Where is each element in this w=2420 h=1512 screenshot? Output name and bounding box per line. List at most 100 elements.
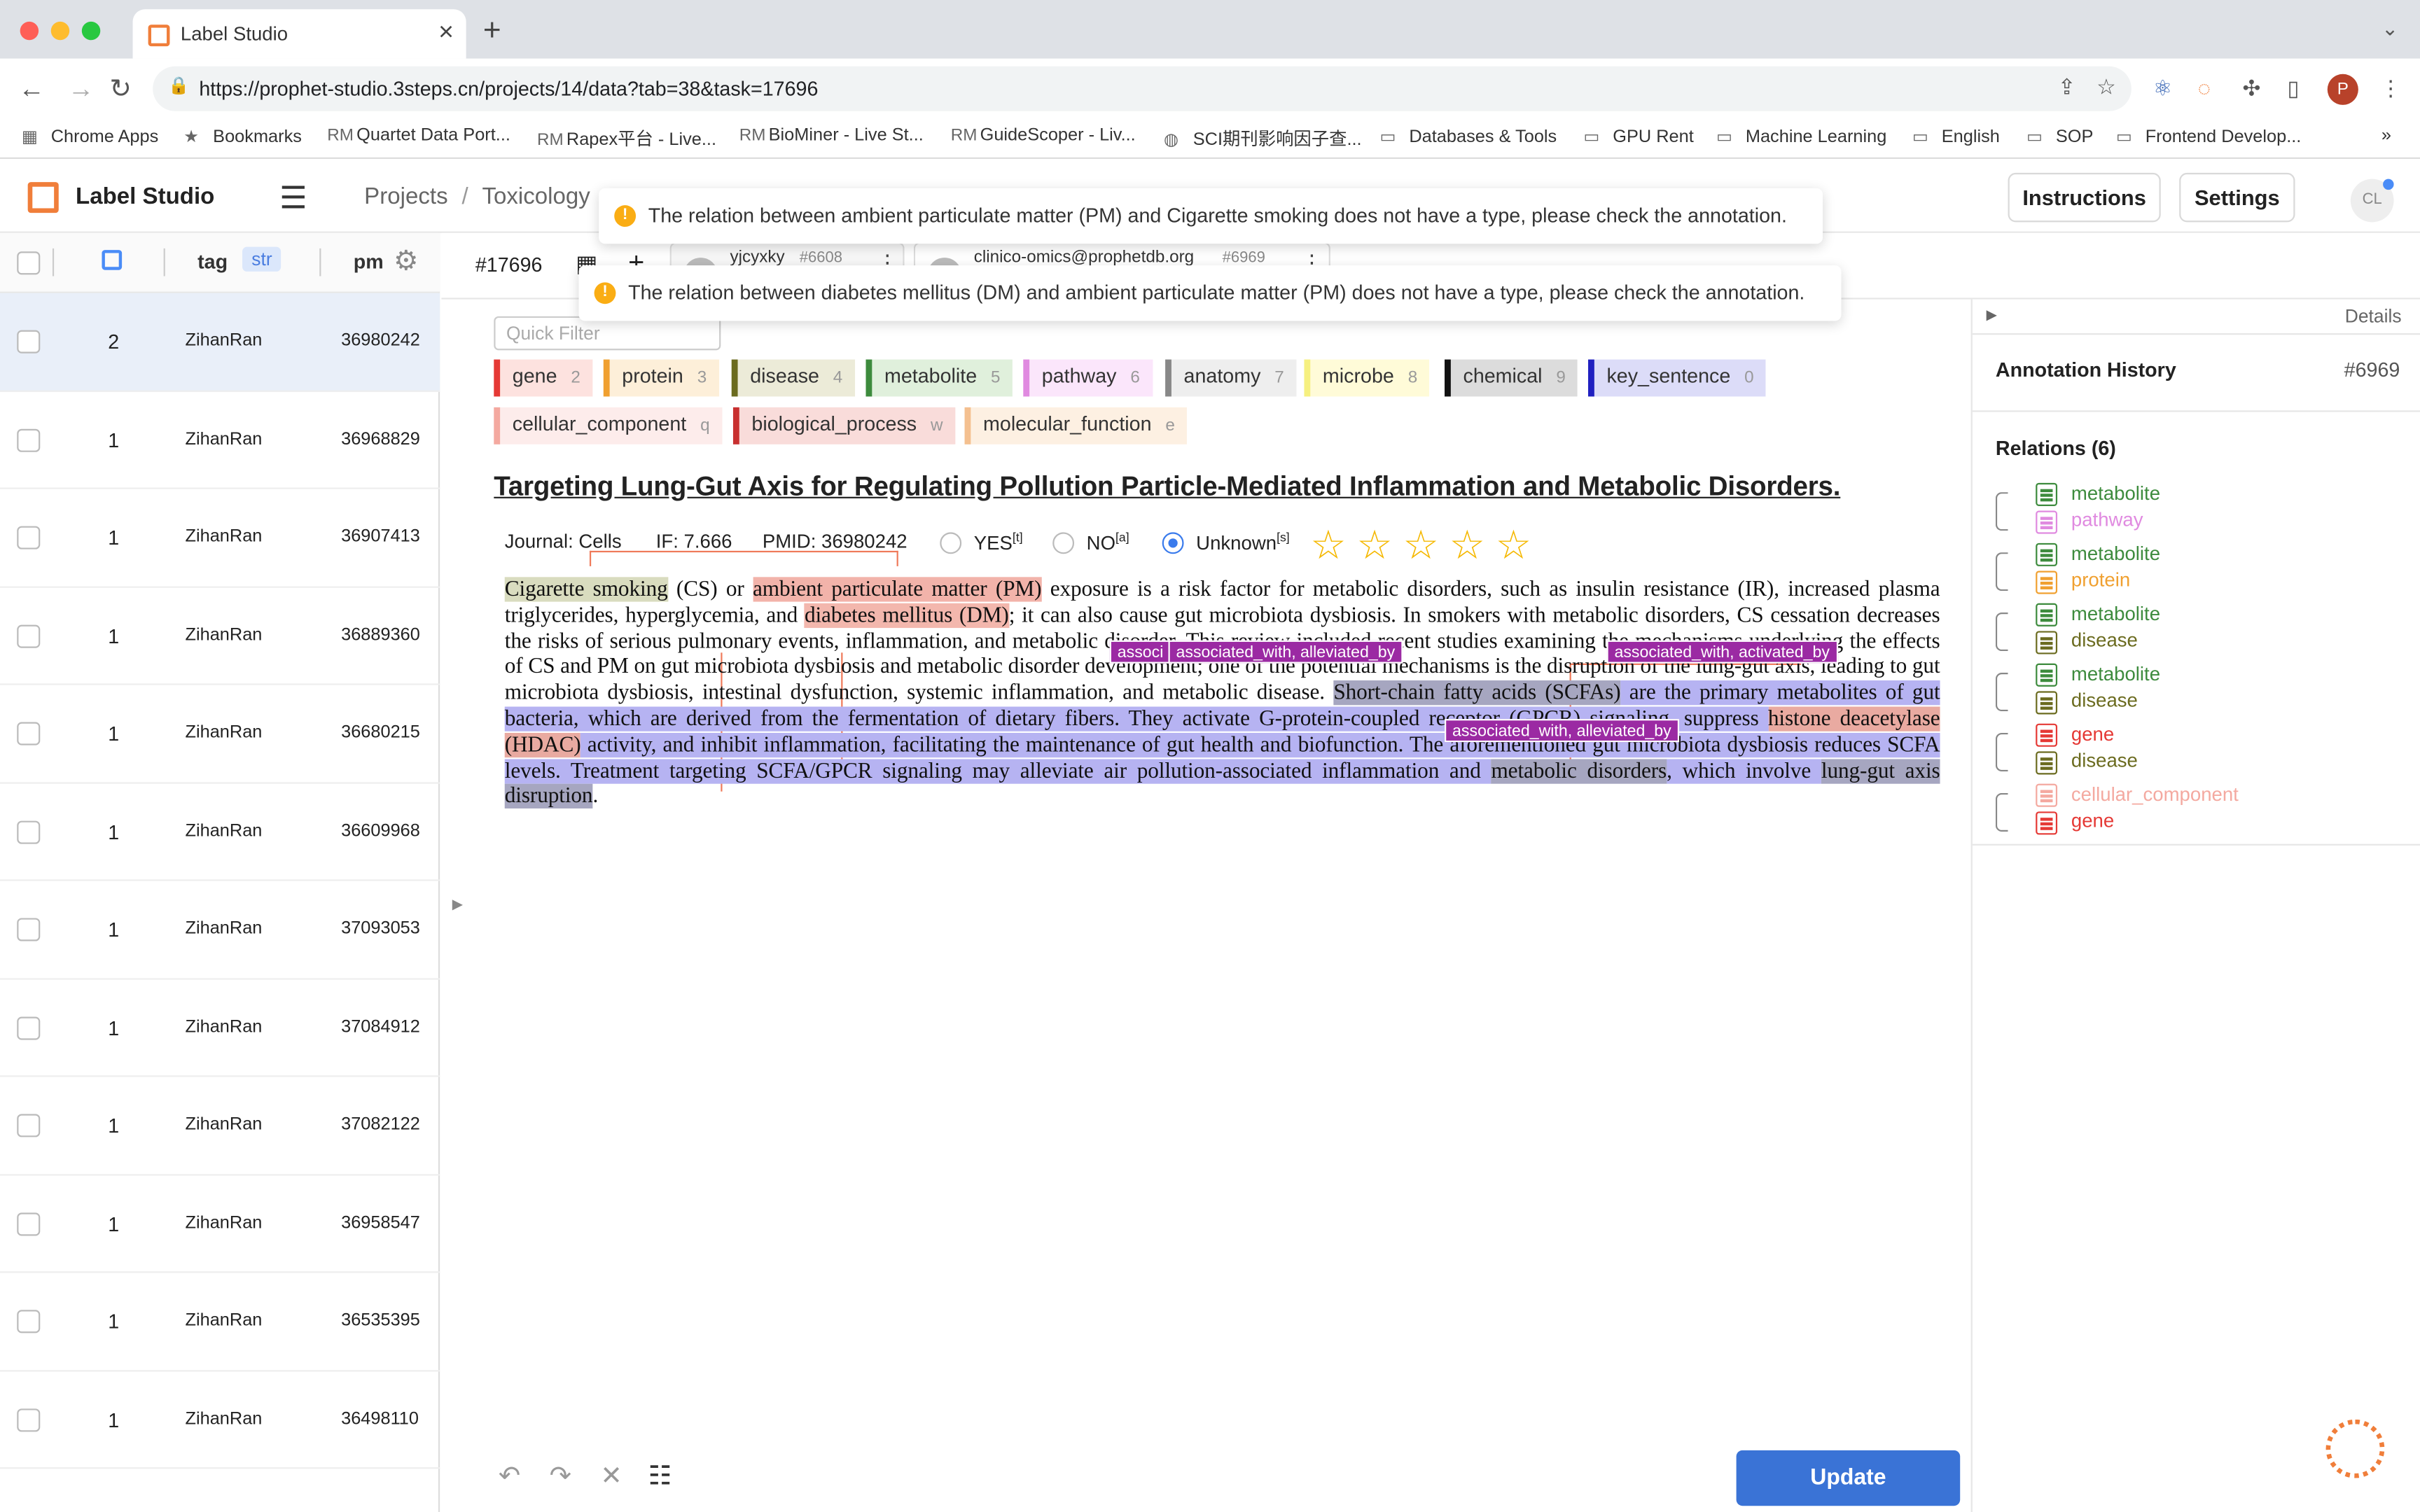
column-type-badge[interactable]: str bbox=[242, 246, 281, 272]
lock-icon[interactable]: 🔒 bbox=[168, 76, 189, 95]
label-chip-gene[interactable]: gene 2 bbox=[494, 359, 593, 397]
redo-icon[interactable]: ↷ bbox=[550, 1461, 571, 1492]
column-header-tag[interactable]: tag bbox=[197, 250, 228, 273]
table-row[interactable]: 1 ZihanRan 37093053 bbox=[0, 881, 440, 979]
bookmark-rapex[interactable]: RM Rapex平台 - Live... bbox=[537, 127, 716, 151]
choice-yes-radio[interactable] bbox=[940, 532, 962, 554]
table-row[interactable]: 1 ZihanRan 36535395 bbox=[0, 1273, 440, 1371]
table-row[interactable]: 1 ZihanRan 36907413 bbox=[0, 489, 440, 587]
row-checkbox[interactable] bbox=[17, 1408, 41, 1432]
relation-label[interactable]: associ bbox=[1109, 640, 1171, 664]
label-chip-disease[interactable]: disease 4 bbox=[731, 359, 855, 397]
choice-unknown-radio[interactable] bbox=[1162, 532, 1184, 554]
settings-button[interactable]: Settings bbox=[2179, 172, 2295, 223]
row-checkbox[interactable] bbox=[17, 1310, 41, 1334]
table-row[interactable]: 1 ZihanRan 37082122 bbox=[0, 1077, 440, 1175]
choice-yes-label[interactable]: YES[t] bbox=[974, 531, 1023, 554]
user-avatar[interactable]: CL bbox=[2350, 178, 2394, 223]
relation-label[interactable]: associated_with, alleviated_by bbox=[1445, 719, 1679, 743]
row-checkbox[interactable] bbox=[17, 1016, 41, 1040]
instructions-button[interactable]: Instructions bbox=[2008, 172, 2161, 223]
table-row[interactable]: 1 ZihanRan 36958547 bbox=[0, 1175, 440, 1273]
row-checkbox[interactable] bbox=[17, 1114, 41, 1138]
back-icon[interactable]: ← bbox=[18, 74, 44, 105]
label-chip-metabolite[interactable]: metabolite 5 bbox=[865, 359, 1013, 397]
bookmark-sci[interactable]: ◍ SCI期刊影响因子查... bbox=[1164, 127, 1362, 151]
quick-filter-input[interactable]: Quick Filter bbox=[494, 316, 721, 351]
choice-unknown-label[interactable]: Unknown[s] bbox=[1196, 531, 1290, 554]
relation-item[interactable]: metabolite protein bbox=[1988, 542, 2389, 603]
bookmark-guidescoper[interactable]: RM GuideScoper - Liv... bbox=[951, 127, 1136, 145]
bookmark-bookmarks[interactable]: ★ Bookmarks bbox=[183, 127, 302, 146]
table-row[interactable]: 1 ZihanRan 36680215 bbox=[0, 685, 440, 783]
relation-item[interactable]: gene disease bbox=[1988, 723, 2389, 784]
rating-star-2-icon[interactable]: ☆ bbox=[1356, 522, 1392, 569]
choice-no-radio[interactable] bbox=[1052, 532, 1075, 554]
breadcrumb-project[interactable]: Toxicology bbox=[482, 183, 590, 209]
share-icon[interactable]: ⇪ bbox=[2058, 74, 2076, 100]
label-chip-pathway[interactable]: pathway 6 bbox=[1023, 359, 1153, 397]
label-chip-molecular-function[interactable]: molecular_function e bbox=[964, 407, 1188, 444]
relation-item[interactable]: cellular_component gene bbox=[1988, 783, 2389, 844]
table-row[interactable]: 1 ZihanRan 36889360 bbox=[0, 587, 440, 685]
bookmarks-overflow-icon[interactable]: » bbox=[2381, 127, 2391, 145]
url-text[interactable]: https://prophet-studio.3steps.cn/project… bbox=[199, 77, 818, 100]
label-chip-biological-process[interactable]: biological_process w bbox=[732, 407, 956, 444]
table-row[interactable]: 1 ZihanRan 37084912 bbox=[0, 979, 440, 1077]
rating-star-1-icon[interactable]: ☆ bbox=[1310, 522, 1346, 569]
column-header-pmid[interactable]: pm bbox=[354, 250, 384, 273]
bookmark-folder-sop[interactable]: ▭ SOP bbox=[2026, 127, 2093, 146]
row-checkbox[interactable] bbox=[17, 624, 41, 648]
label-studio-extension-icon[interactable]: ◌ bbox=[2198, 76, 2211, 100]
tab-search-chevron-icon[interactable]: ⌄ bbox=[2381, 17, 2398, 41]
key-sentence[interactable]: , which involve bbox=[1667, 758, 1821, 783]
bookmark-folder-english[interactable]: ▭ English bbox=[1912, 127, 2000, 146]
relation-item[interactable]: metabolite disease bbox=[1988, 603, 2389, 664]
reload-icon[interactable]: ↻ bbox=[109, 74, 131, 105]
label-chip-key-sentence[interactable]: key_sentence 0 bbox=[1588, 359, 1767, 397]
panel-toggle-icon[interactable]: ▶ bbox=[1987, 307, 1997, 324]
hamburger-menu-icon[interactable]: ☰ bbox=[279, 179, 307, 218]
entity-disease[interactable]: metabolic disorders bbox=[1491, 758, 1667, 783]
table-row[interactable]: 2 ZihanRan 36980242 bbox=[0, 293, 440, 391]
row-checkbox[interactable] bbox=[17, 722, 41, 746]
table-row[interactable]: 1 ZihanRan 36609968 bbox=[0, 783, 440, 881]
react-devtools-extension-icon[interactable]: ⚛ bbox=[2153, 76, 2173, 102]
row-checkbox[interactable] bbox=[17, 526, 41, 550]
choice-no-label[interactable]: NO[a] bbox=[1087, 531, 1129, 554]
minimize-window-button[interactable] bbox=[50, 21, 70, 41]
panel-collapse-arrow-icon[interactable]: ▶ bbox=[452, 897, 463, 913]
relation-item[interactable]: metabolite pathway bbox=[1988, 482, 2389, 543]
relation-label[interactable]: associated_with, alleviated_by bbox=[1168, 640, 1403, 664]
row-checkbox[interactable] bbox=[17, 820, 41, 844]
browser-tab-active[interactable]: Label Studio × bbox=[132, 9, 466, 59]
selection-mode-icon[interactable] bbox=[102, 250, 123, 270]
settings-sliders-icon[interactable]: ☷ bbox=[648, 1461, 672, 1492]
row-checkbox[interactable] bbox=[17, 428, 41, 451]
browser-menu-icon[interactable]: ⋮ bbox=[2380, 76, 2402, 102]
bookmark-folder-frontend[interactable]: ▭ Frontend Develop... bbox=[2116, 127, 2302, 146]
relation-item[interactable]: metabolite disease bbox=[1988, 663, 2389, 724]
bookmark-biominer[interactable]: RM BioMiner - Live St... bbox=[739, 127, 924, 145]
rating-star-4-icon[interactable]: ☆ bbox=[1449, 522, 1485, 569]
entity-disease[interactable]: diabetes mellitus (DM) bbox=[804, 603, 1009, 628]
label-chip-chemical[interactable]: chemical 9 bbox=[1445, 359, 1578, 397]
column-settings-gear-icon[interactable]: ⚙ bbox=[394, 245, 419, 277]
reset-x-icon[interactable]: ✕ bbox=[600, 1461, 622, 1492]
row-checkbox[interactable] bbox=[17, 918, 41, 941]
update-button[interactable]: Update bbox=[1736, 1450, 1961, 1506]
undo-icon[interactable]: ↶ bbox=[499, 1461, 520, 1492]
table-row[interactable]: 1 ZihanRan 36498110 bbox=[0, 1371, 440, 1469]
row-checkbox[interactable] bbox=[17, 1212, 41, 1236]
label-chip-protein[interactable]: protein 3 bbox=[603, 359, 719, 397]
breadcrumb-projects[interactable]: Projects bbox=[364, 183, 447, 209]
row-checkbox[interactable] bbox=[17, 330, 41, 354]
entity-chemical[interactable]: Cigarette smoking bbox=[504, 577, 668, 602]
label-chip-anatomy[interactable]: anatomy 7 bbox=[1165, 359, 1297, 397]
extensions-puzzle-icon[interactable]: ✣ bbox=[2243, 76, 2261, 102]
bookmark-star-icon[interactable]: ☆ bbox=[2096, 74, 2116, 100]
close-window-button[interactable] bbox=[20, 21, 39, 41]
entity-chemical[interactable]: ambient particulate matter (PM) bbox=[753, 577, 1042, 602]
label-chip-cellular-component[interactable]: cellular_component q bbox=[494, 407, 723, 444]
rating-star-5-icon[interactable]: ☆ bbox=[1496, 522, 1531, 569]
